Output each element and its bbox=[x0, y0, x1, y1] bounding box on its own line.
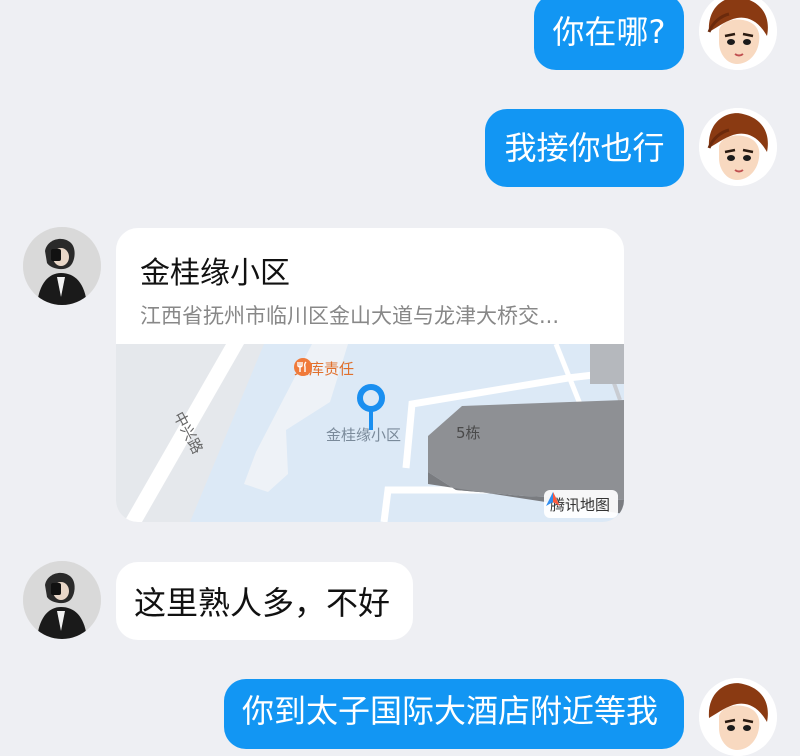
user-avatar-icon bbox=[699, 108, 777, 186]
tencent-map-logo-icon bbox=[545, 492, 560, 506]
message-text: 这里熟人多，不好 bbox=[134, 584, 391, 622]
incoming-message-bubble[interactable]: 这里熟人多，不好 bbox=[116, 562, 413, 640]
outgoing-message-bubble[interactable]: 我接你也行 bbox=[485, 109, 684, 187]
message-text: 我接你也行 bbox=[504, 129, 665, 167]
message-text: 你到太子国际大酒店附近等我 bbox=[242, 692, 659, 730]
contact-avatar[interactable] bbox=[23, 227, 101, 305]
map-watermark: 腾讯地图 bbox=[543, 490, 618, 518]
outgoing-message-bubble[interactable]: 你到太子国际大酒店附近等我 bbox=[224, 679, 684, 749]
user-avatar[interactable] bbox=[699, 678, 777, 756]
user-avatar[interactable] bbox=[699, 108, 777, 186]
location-address: 江西省抚州市临川区金山大道与龙津大桥交... bbox=[140, 304, 560, 328]
user-avatar[interactable] bbox=[699, 0, 777, 70]
map-building-label: 5栋 bbox=[456, 424, 481, 442]
message-text: 你在哪? bbox=[552, 13, 666, 51]
outgoing-message-bubble[interactable]: 你在哪? bbox=[534, 0, 684, 70]
contact-avatar-icon bbox=[23, 227, 101, 305]
location-message-card[interactable]: 金桂缘小区 江西省抚州市临川区金山大道与龙津大桥交... 中兴路 梁库责任 金桂… bbox=[116, 228, 624, 522]
restaurant-poi-icon bbox=[294, 358, 312, 376]
map-poi: 梁库责任 bbox=[294, 358, 354, 379]
contact-avatar[interactable] bbox=[23, 561, 101, 639]
user-avatar-icon bbox=[699, 678, 777, 756]
map-pin-label: 金桂缘小区 bbox=[326, 426, 402, 444]
location-title: 金桂缘小区 bbox=[140, 256, 290, 291]
contact-avatar-icon bbox=[23, 561, 101, 639]
map-preview[interactable]: 中兴路 梁库责任 金桂缘小区 5栋 腾讯地图 bbox=[116, 344, 624, 522]
user-avatar-icon bbox=[699, 0, 777, 70]
